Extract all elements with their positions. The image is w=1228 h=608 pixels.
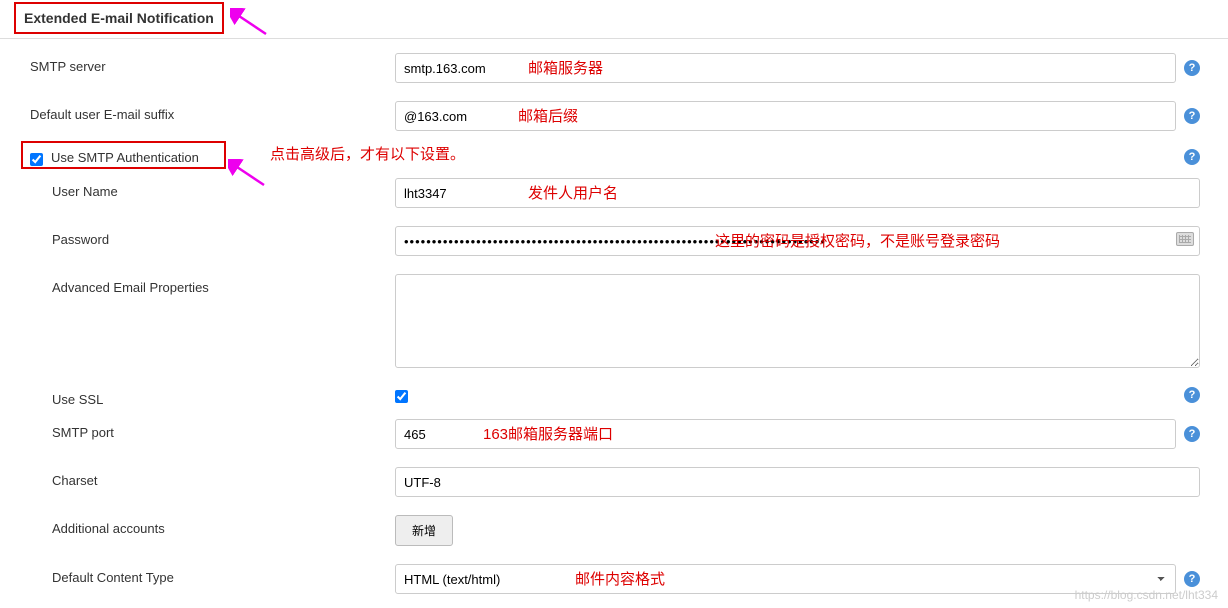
user-name-input[interactable] [395,178,1200,208]
password-input[interactable] [395,226,1200,256]
label-smtp-port: SMTP port [30,419,395,440]
section-title: Extended E-mail Notification [14,2,224,34]
help-icon[interactable]: ? [1184,387,1200,403]
label-use-smtp-auth: Use SMTP Authentication [51,150,199,165]
help-icon[interactable]: ? [1184,108,1200,124]
add-account-button[interactable]: 新增 [395,515,453,546]
row-use-ssl: Use SSL ? [0,382,1228,415]
row-additional-accounts: Additional accounts 新增 [0,511,1228,560]
row-default-content-type: Default Content Type HTML (text/html) ? … [0,560,1228,608]
label-use-ssl: Use SSL [30,386,395,407]
keyboard-icon[interactable] [1176,232,1194,246]
label-charset: Charset [30,467,395,488]
smtp-server-input[interactable] [395,53,1176,83]
label-smtp-server: SMTP server [30,53,395,74]
default-suffix-input[interactable] [395,101,1176,131]
annotation-arrow-1 [230,8,270,38]
label-default-suffix: Default user E-mail suffix [30,101,395,122]
row-use-smtp-auth: Use SMTP Authentication ? 点击高级后，才有以下设置。 [0,145,1228,174]
row-smtp-port: SMTP port ? 163邮箱服务器端口 [0,415,1228,463]
default-content-type-select[interactable]: HTML (text/html) [395,564,1176,594]
use-ssl-checkbox[interactable] [395,390,408,403]
use-smtp-auth-checkbox[interactable] [30,153,43,166]
help-icon[interactable]: ? [1184,60,1200,76]
row-adv-props: Advanced Email Properties [0,270,1228,382]
row-smtp-server: SMTP server ? 邮箱服务器 [0,49,1228,97]
help-icon[interactable]: ? [1184,426,1200,442]
label-default-content-type: Default Content Type [30,564,395,585]
row-default-suffix: Default user E-mail suffix ? 邮箱后缀 [0,97,1228,145]
smtp-port-input[interactable] [395,419,1176,449]
adv-props-textarea[interactable] [395,274,1200,368]
row-charset: Charset [0,463,1228,511]
row-user-name: User Name 发件人用户名 [0,174,1228,222]
charset-input[interactable] [395,467,1200,497]
label-user-name: User Name [30,178,395,199]
help-icon[interactable]: ? [1184,149,1200,165]
row-password: Password 这里的密码是授权密码，不是账号登录密码 [0,222,1228,270]
help-icon[interactable]: ? [1184,571,1200,587]
label-additional-accounts: Additional accounts [30,515,395,536]
label-password: Password [30,226,395,247]
label-adv-props: Advanced Email Properties [30,274,395,295]
